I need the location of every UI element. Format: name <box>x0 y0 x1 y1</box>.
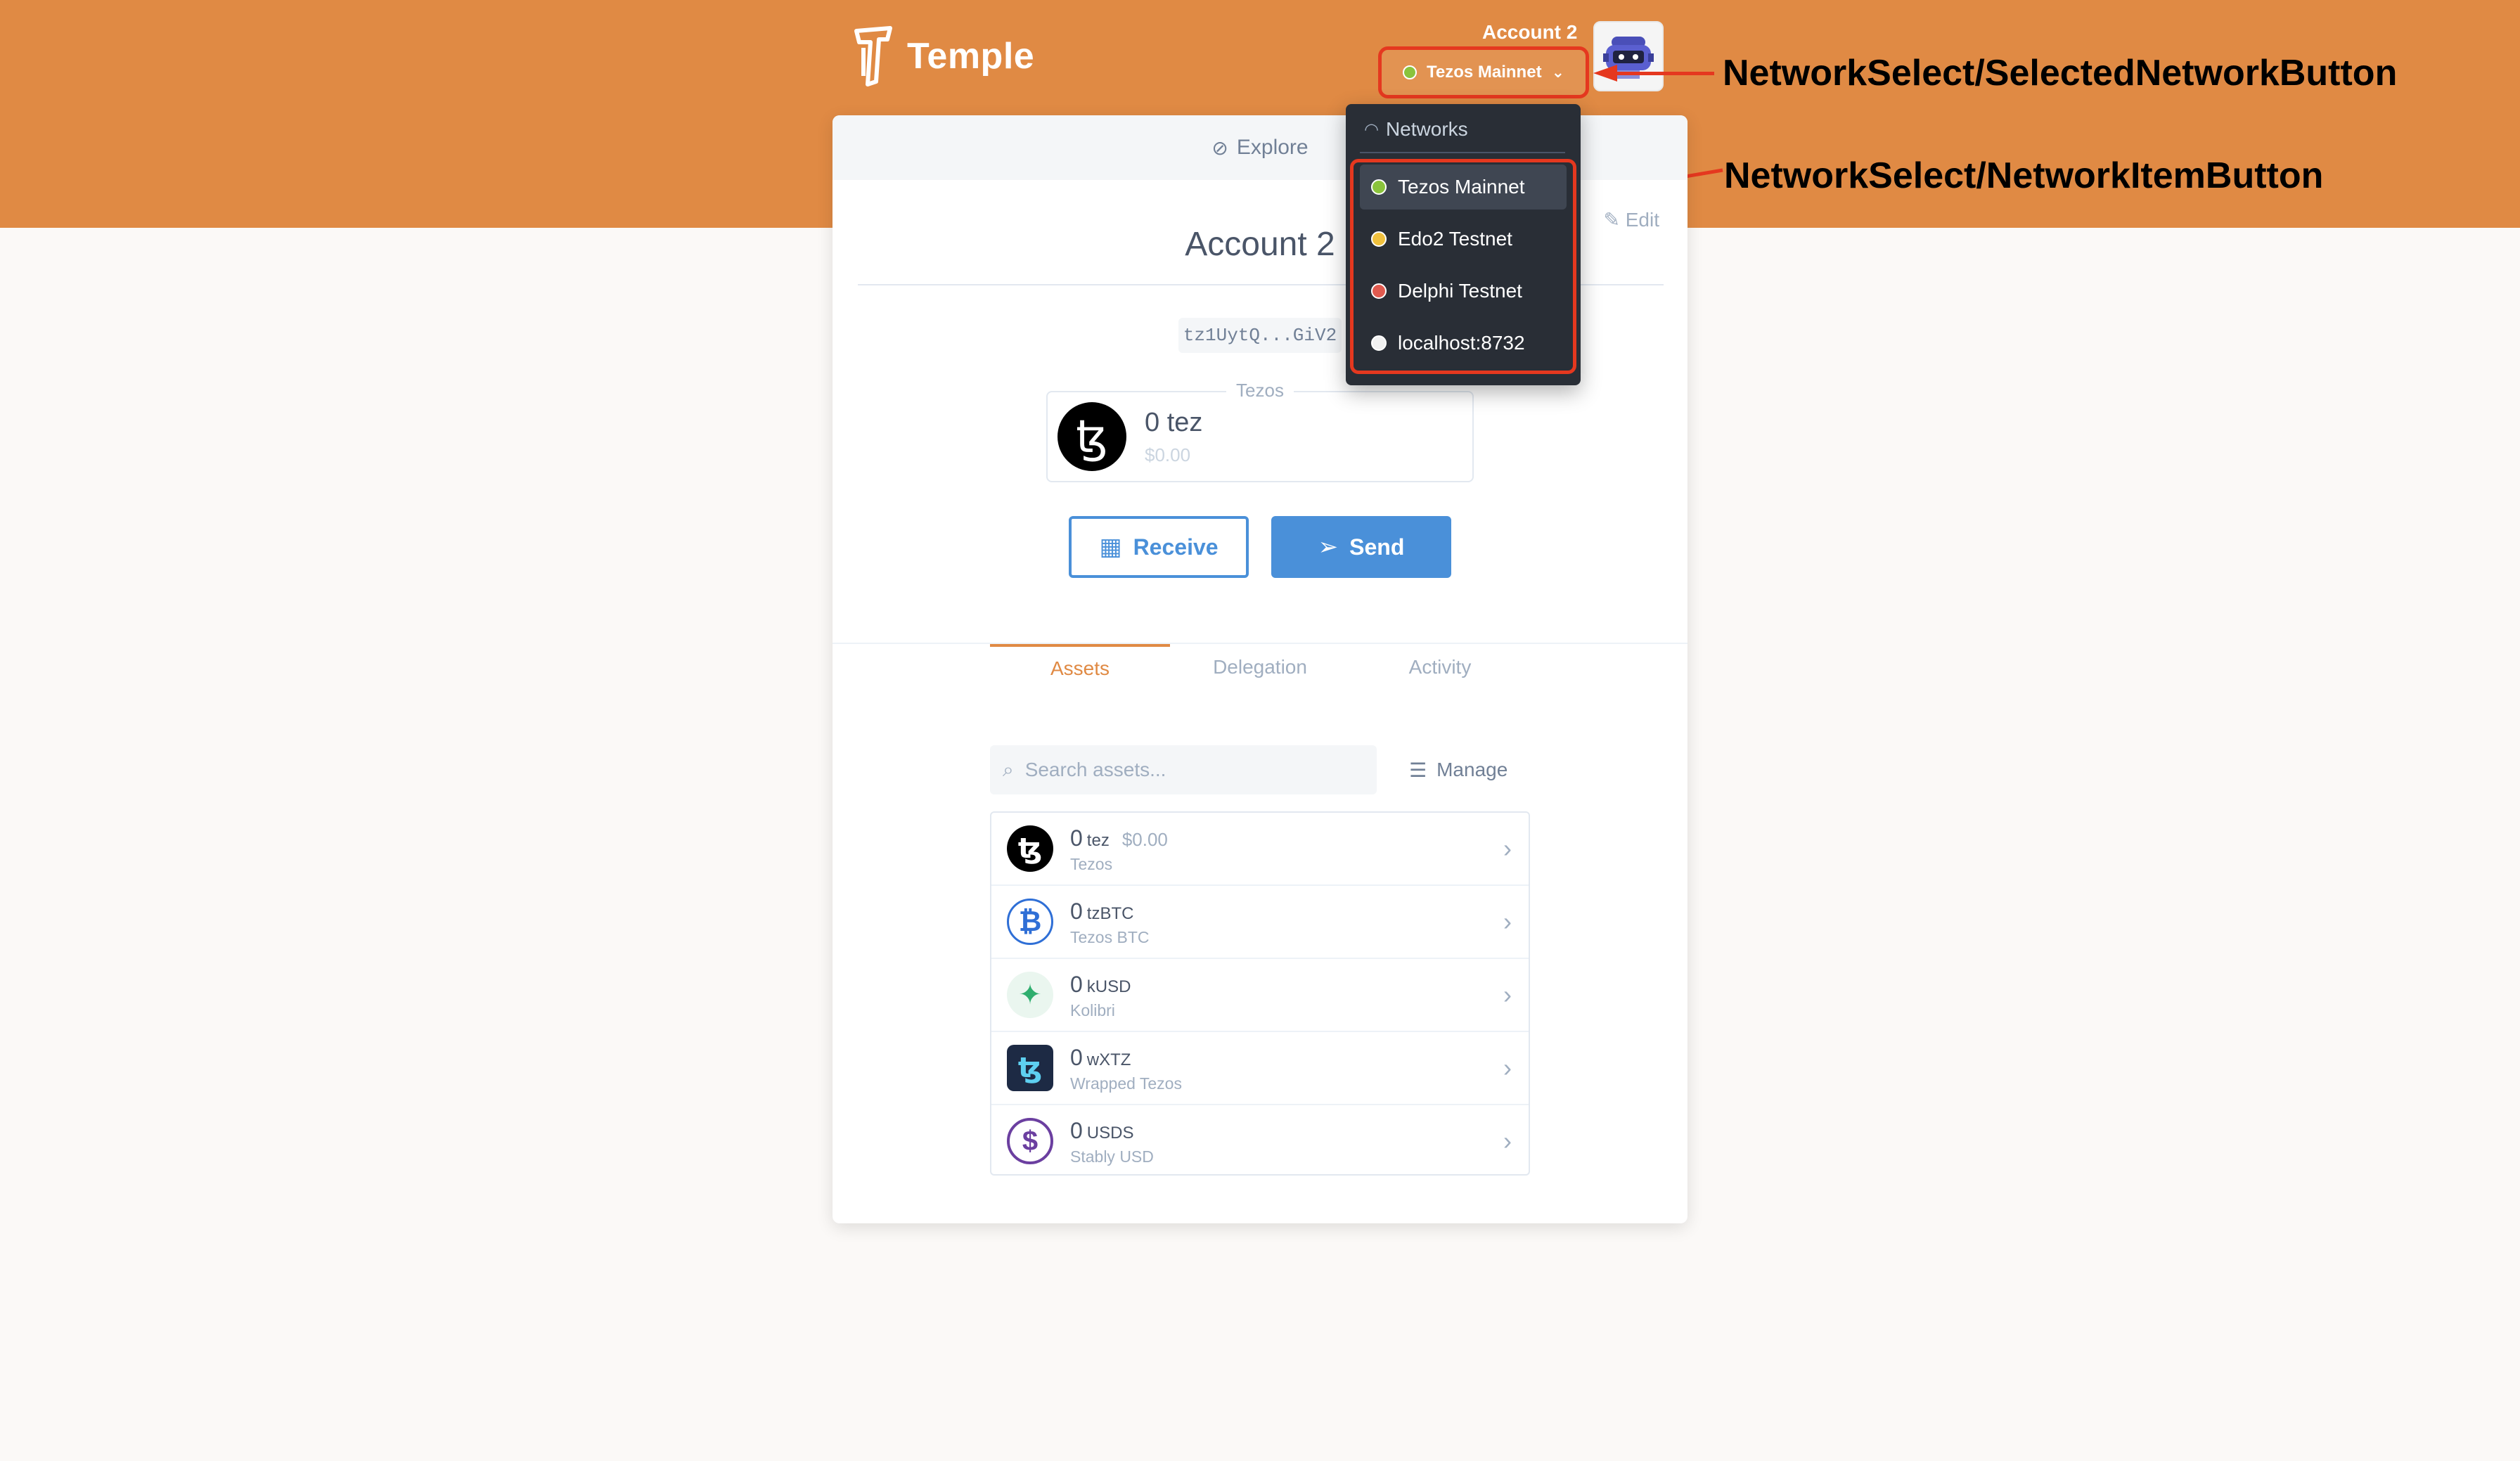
receive-button[interactable]: ▦ Receive <box>1069 516 1249 578</box>
tezos-icon: ꜩ <box>1058 402 1126 471</box>
temple-logo[interactable]: Temple <box>851 25 1034 87</box>
network-item-label: Delphi Testnet <box>1398 280 1522 302</box>
network-dropdown: ◠ Networks Tezos Mainnet Edo2 Testnet De… <box>1346 104 1581 385</box>
chevron-right-icon: › <box>1503 834 1512 863</box>
network-item-delphi-testnet[interactable]: Delphi Testnet <box>1360 269 1567 314</box>
explore-label: Explore <box>1236 136 1309 159</box>
paper-plane-icon: ➢ <box>1318 534 1339 560</box>
asset-list: ꜩ 0 tez $0.00 Tezos › ₿ 0 tzBTC Tezos BTC ›… <box>990 811 1530 1176</box>
chevron-down-icon: ⌄ <box>1551 63 1564 81</box>
asset-symbol: wXTZ <box>1086 1050 1131 1069</box>
network-item-localhost[interactable]: localhost:8732 <box>1360 321 1567 366</box>
tzbtc-icon: ₿ <box>1007 899 1053 945</box>
send-label: Send <box>1349 534 1405 560</box>
usds-icon: $ <box>1007 1118 1053 1164</box>
network-item-edo2-testnet[interactable]: Edo2 Testnet <box>1360 217 1567 262</box>
chevron-right-icon: › <box>1503 1126 1512 1155</box>
annotation-arrowhead-selected <box>1593 65 1617 82</box>
list-item[interactable]: $ 0 USDS Stably USD › <box>991 1105 1529 1174</box>
asset-usd: $0.00 <box>1121 829 1168 850</box>
balance-usd: $0.00 <box>1145 444 1191 465</box>
network-item-tezos-mainnet[interactable]: Tezos Mainnet <box>1360 165 1567 210</box>
list-item[interactable]: ✦ 0 kUSD Kolibri › <box>991 959 1529 1032</box>
manage-button[interactable]: ☰ Manage <box>1409 745 1508 794</box>
network-item-label: Tezos Mainnet <box>1398 176 1525 198</box>
chevron-right-icon: › <box>1503 980 1512 1009</box>
address-chip[interactable]: tz1UytQ...GiV2 <box>1178 318 1342 353</box>
chevron-right-icon: › <box>1503 907 1512 936</box>
annotation-selected-network-button: NetworkSelect/SelectedNetworkButton <box>1723 53 2398 94</box>
asset-symbol: tzBTC <box>1086 904 1134 923</box>
asset-amount: 0 <box>1070 1045 1083 1070</box>
network-item-label: localhost:8732 <box>1398 332 1525 354</box>
balance-legend: Tezos <box>1226 380 1294 401</box>
asset-amount: 0 <box>1070 1118 1083 1143</box>
list-item[interactable]: ꜩ 0 tez $0.00 Tezos › <box>991 813 1529 886</box>
selected-network-label: Tezos Mainnet <box>1426 63 1542 82</box>
asset-amount: 0 <box>1070 972 1083 997</box>
asset-amount: 0 <box>1070 825 1083 851</box>
asset-name: Kolibri <box>1070 1001 1115 1019</box>
network-status-dot <box>1371 335 1387 351</box>
networks-heading: Networks <box>1385 118 1468 140</box>
balance-box: Tezos ꜩ 0 tez $0.00 <box>1046 380 1474 482</box>
wxtz-icon: ꜩ <box>1007 1045 1053 1091</box>
compass-icon: ⊘ <box>1211 136 1228 159</box>
signal-icon: ◠ <box>1364 120 1379 139</box>
network-status-dot <box>1371 179 1387 195</box>
asset-name: Wrapped Tezos <box>1070 1074 1182 1093</box>
asset-name: Stably USD <box>1070 1147 1154 1166</box>
kolibri-icon: ✦ <box>1007 972 1053 1018</box>
edit-label: Edit <box>1625 209 1659 231</box>
manage-label: Manage <box>1436 759 1508 780</box>
edit-button[interactable]: ✎ Edit <box>1604 208 1660 231</box>
pencil-icon: ✎ <box>1603 209 1620 231</box>
tezos-icon: ꜩ <box>1007 825 1053 872</box>
asset-amount: 0 <box>1070 899 1083 924</box>
divider <box>1360 152 1565 153</box>
selected-network-button[interactable]: Tezos Mainnet ⌄ <box>1378 46 1589 98</box>
brand-name: Temple <box>907 36 1035 77</box>
send-button[interactable]: ➢ Send <box>1271 516 1451 578</box>
search-input[interactable]: ⌕ Search assets... <box>990 745 1377 794</box>
network-status-dot <box>1402 65 1417 79</box>
account-name: Account 2 <box>1482 21 1578 43</box>
asset-name: Tezos <box>1070 855 1113 873</box>
balance-amount: 0 tez <box>1145 408 1203 437</box>
search-placeholder: Search assets... <box>1024 759 1166 780</box>
network-item-label: Edo2 Testnet <box>1398 228 1512 250</box>
tab-delegation[interactable]: Delegation <box>1170 644 1350 690</box>
list-item[interactable]: ꜩ 0 wXTZ Wrapped Tezos › <box>991 1032 1529 1105</box>
network-status-dot <box>1371 231 1387 247</box>
qr-code-icon: ▦ <box>1099 534 1122 560</box>
chevron-right-icon: › <box>1503 1053 1512 1082</box>
sliders-icon: ☰ <box>1409 759 1427 781</box>
asset-symbol: USDS <box>1086 1124 1134 1143</box>
list-item[interactable]: ₿ 0 tzBTC Tezos BTC › <box>991 886 1529 959</box>
annotation-arrow-selected <box>1610 72 1714 75</box>
asset-name: Tezos BTC <box>1070 928 1150 946</box>
tab-assets[interactable]: Assets <box>990 644 1170 690</box>
asset-symbol: kUSD <box>1086 977 1131 996</box>
annotation-network-item-button: NetworkSelect/NetworkItemButton <box>1724 155 2324 196</box>
network-status-dot <box>1371 283 1387 299</box>
asset-symbol: tez <box>1086 831 1110 850</box>
receive-label: Receive <box>1133 534 1219 560</box>
search-icon: ⌕ <box>1003 758 1014 780</box>
temple-logo-icon <box>854 26 892 86</box>
tab-activity[interactable]: Activity <box>1350 644 1530 690</box>
